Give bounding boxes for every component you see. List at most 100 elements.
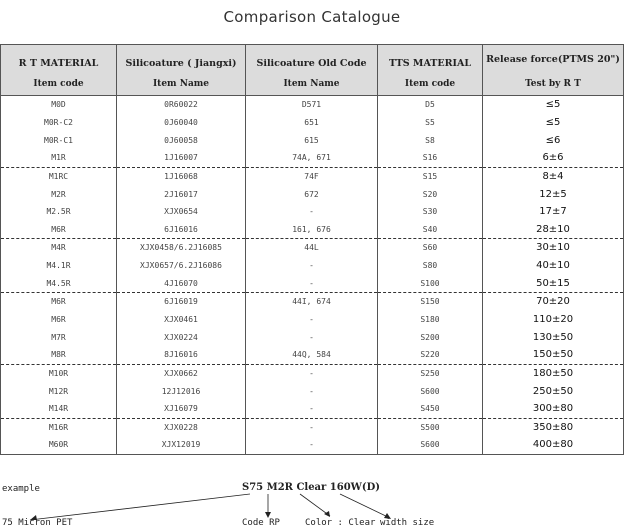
table-row: M0R-C2 0J60040 651 S5 ≤5: [0, 113, 624, 132]
cell-jiangxi-name: 6J16019: [116, 292, 246, 311]
table-header-row: R T MATERIAL Item code Silicoature ( Jian…: [0, 44, 624, 96]
cell-rt-code: M1R: [0, 148, 117, 168]
cell-rt-code: M8R: [0, 345, 117, 365]
cell-rt-code: M0R-C1: [0, 131, 117, 149]
table-row: M1R 1J16007 74A, 671 S16 6±6: [0, 148, 624, 168]
cell-rt-code: M6R: [0, 220, 117, 239]
comparison-table: R T MATERIAL Item code Silicoature ( Jian…: [0, 44, 624, 455]
cell-tts-code: S200: [377, 328, 483, 346]
header-release-force: Release force(PTMS 20") Test by R T: [482, 44, 624, 96]
header-rt-material: R T MATERIAL Item code: [0, 44, 117, 96]
table-row: M0D 0R60022 D571 D5 ≤5: [0, 94, 624, 114]
cell-old-code: 44Q, 584: [245, 345, 378, 365]
table-row: M7R XJX0224- S200 130±50: [0, 328, 624, 346]
cell-old-code: -: [245, 274, 378, 293]
cell-jiangxi-name: 1J16068: [116, 166, 246, 186]
example-part-width: width size: [380, 518, 435, 528]
cell-release-force: 400±80: [482, 436, 624, 455]
cell-jiangxi-name: 0R60022: [116, 94, 246, 114]
cell-jiangxi-name: 6J16016: [116, 220, 246, 239]
cell-old-code: -: [245, 382, 378, 400]
cell-jiangxi-name: 4J16070: [116, 274, 246, 293]
cell-release-force: 28±10: [482, 220, 624, 239]
cell-jiangxi-name: XJX0657/6.2J16086: [116, 256, 246, 275]
cell-rt-code: M16R: [0, 417, 117, 437]
cell-jiangxi-name: 1J16007: [116, 148, 246, 168]
cell-rt-code: M4.5R: [0, 274, 117, 293]
cell-release-force: 130±50: [482, 328, 624, 346]
cell-rt-code: M6R: [0, 292, 117, 311]
table-row: M0R-C1 0J60058 615 S8 ≤6: [0, 131, 624, 149]
cell-old-code: -: [245, 436, 378, 455]
cell-tts-code: S180: [377, 310, 483, 329]
cell-release-force: ≤5: [482, 113, 624, 132]
cell-release-force: 300±80: [482, 399, 624, 419]
cell-jiangxi-name: XJX0662: [116, 363, 246, 383]
cell-old-code: -: [245, 328, 378, 346]
example-part-thickness: 75 Micron PET: [2, 518, 73, 528]
cell-tts-code: S600: [377, 382, 483, 400]
cell-old-code: 74F: [245, 166, 378, 186]
cell-tts-code: S60: [377, 238, 483, 257]
cell-old-code: -: [245, 310, 378, 329]
cell-rt-code: M12R: [0, 382, 117, 400]
table-row: M4.5R 4J16070- S100 50±15: [0, 274, 624, 293]
cell-old-code: -: [245, 256, 378, 275]
cell-release-force: ≤5: [482, 94, 624, 114]
cell-old-code: -: [245, 202, 378, 221]
header-tts-material: TTS MATERIAL Item code: [377, 44, 483, 96]
cell-old-code: -: [245, 363, 378, 383]
cell-rt-code: M7R: [0, 328, 117, 346]
cell-tts-code: S5: [377, 113, 483, 132]
cell-rt-code: M0R-C2: [0, 113, 117, 132]
header-silicoature-old-code: Silicoature Old Code Item Name: [245, 44, 378, 96]
cell-tts-code: S16: [377, 148, 483, 168]
cell-tts-code: S150: [377, 292, 483, 311]
cell-rt-code: M10R: [0, 363, 117, 383]
cell-tts-code: S600: [377, 436, 483, 455]
table-row: M6R 6J16019 44I, 674 S150 70±20: [0, 292, 624, 311]
table-row: M16R XJX0228- S500 350±80: [0, 417, 624, 437]
cell-tts-code: S80: [377, 256, 483, 275]
cell-tts-code: D5: [377, 94, 483, 114]
table-row: M2.5R XJX0654- S30 17±7: [0, 202, 624, 221]
cell-jiangxi-name: XJX0461: [116, 310, 246, 329]
cell-rt-code: M6R: [0, 310, 117, 329]
cell-tts-code: S40: [377, 220, 483, 239]
table-row: M6R 6J16016 161, 676 S40 28±10: [0, 220, 624, 239]
cell-old-code: -: [245, 417, 378, 437]
page-title: Comparison Catalogue: [223, 8, 401, 26]
cell-rt-code: M4R: [0, 238, 117, 257]
cell-rt-code: M60R: [0, 436, 117, 455]
cell-jiangxi-name: XJX0228: [116, 417, 246, 437]
table-row: M4R XJX0458/6.2J16085 44L S60 30±10: [0, 238, 624, 257]
cell-jiangxi-name: 2J16017: [116, 185, 246, 203]
cell-tts-code: S450: [377, 399, 483, 419]
cell-release-force: 12±5: [482, 185, 624, 203]
cell-release-force: 6±6: [482, 148, 624, 168]
header-silicoature-jiangxi: Silicoature ( Jiangxi) Item Name: [116, 44, 246, 96]
cell-jiangxi-name: XJ16079: [116, 399, 246, 419]
cell-rt-code: M1RC: [0, 166, 117, 186]
example-section: example S75 M2R Clear 160W(D) 75 Micron …: [0, 476, 624, 530]
cell-tts-code: S220: [377, 345, 483, 365]
cell-rt-code: M2R: [0, 185, 117, 203]
cell-old-code: 651: [245, 113, 378, 132]
cell-tts-code: S100: [377, 274, 483, 293]
cell-jiangxi-name: XJX12019: [116, 436, 246, 455]
table-row: M12R 12J12016- S600 250±50: [0, 382, 624, 400]
cell-release-force: 30±10: [482, 238, 624, 257]
cell-release-force: ≤6: [482, 131, 624, 149]
cell-release-force: 150±50: [482, 345, 624, 365]
cell-old-code: D571: [245, 94, 378, 114]
example-label: example: [2, 484, 40, 494]
cell-tts-code: S8: [377, 131, 483, 149]
table-row: M14R XJ16079- S450 300±80: [0, 399, 624, 419]
cell-jiangxi-name: 0J60040: [116, 113, 246, 132]
cell-jiangxi-name: XJX0458/6.2J16085: [116, 238, 246, 257]
cell-release-force: 250±50: [482, 382, 624, 400]
cell-old-code: 74A, 671: [245, 148, 378, 168]
cell-old-code: -: [245, 399, 378, 419]
table-row: M2R 2J16017 672 S20 12±5: [0, 185, 624, 203]
cell-jiangxi-name: 0J60058: [116, 131, 246, 149]
